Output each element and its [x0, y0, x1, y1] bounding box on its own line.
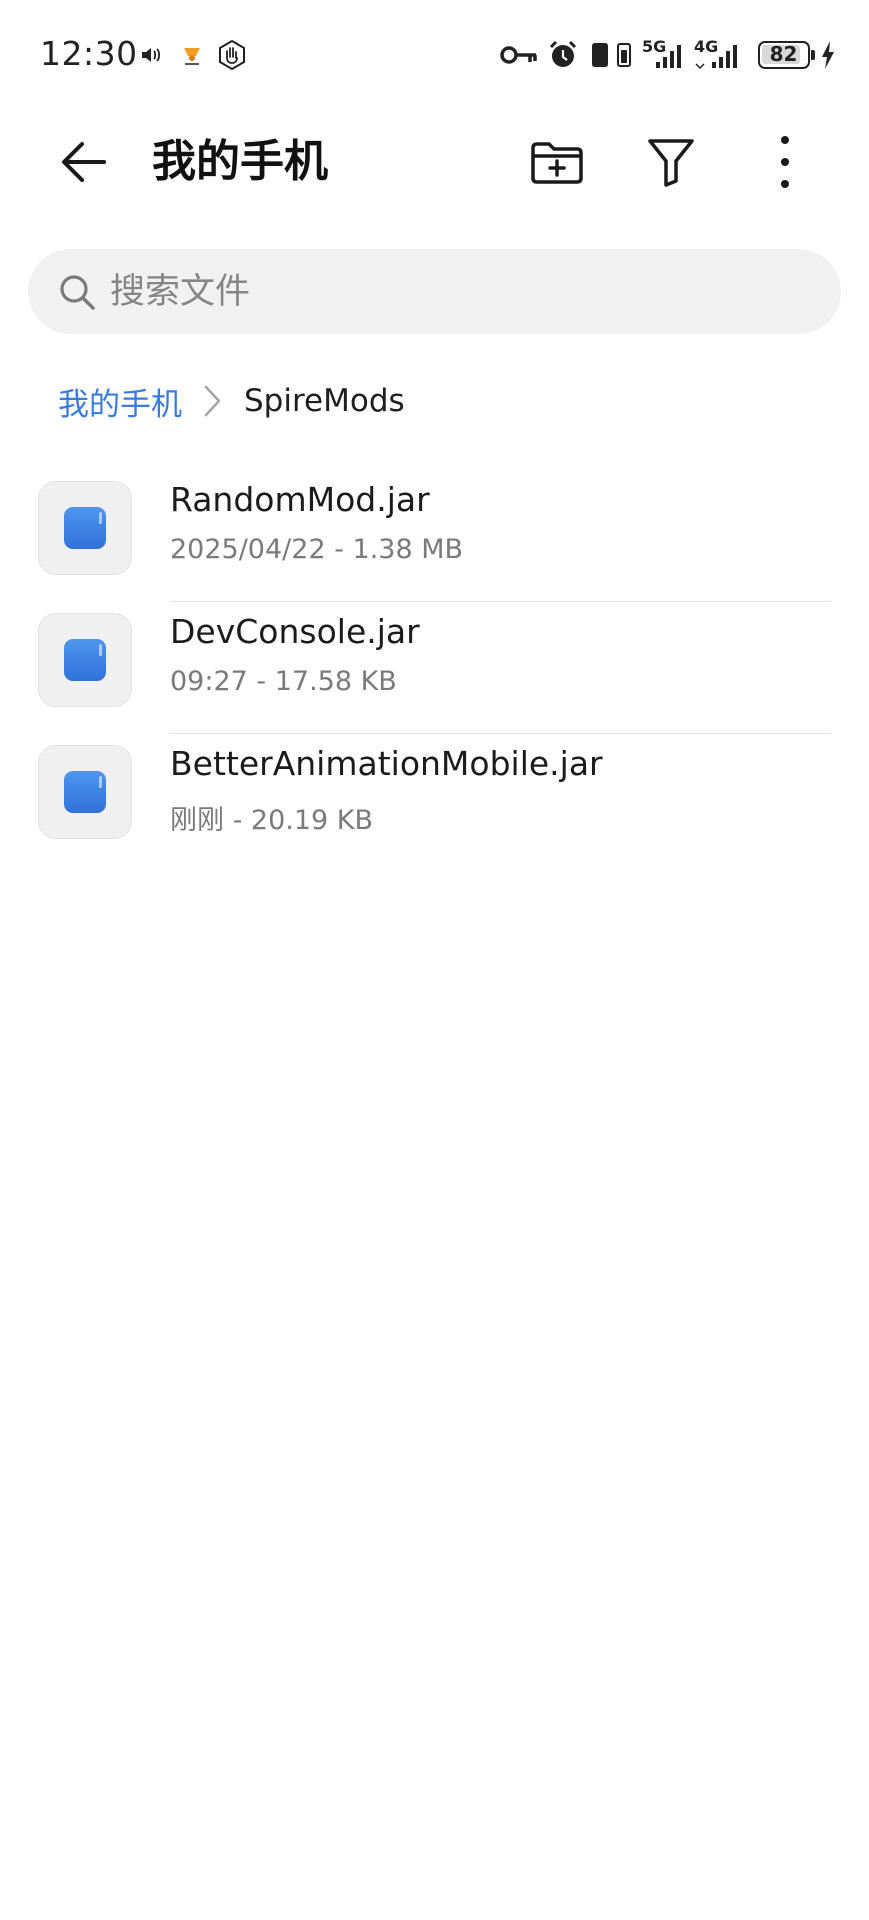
app-bar: 我的手机	[0, 118, 869, 204]
file-row[interactable]: DevConsole.jar 09:27 - 17.58 KB	[0, 602, 869, 734]
chevron-right-icon	[194, 382, 232, 420]
jar-file-icon	[64, 771, 106, 813]
file-thumbnail	[38, 613, 132, 707]
signal-4g-label: 4G	[694, 37, 719, 56]
filter-button[interactable]	[638, 132, 704, 192]
filter-icon	[648, 139, 694, 187]
file-row[interactable]: BetterAnimationMobile.jar 刚刚 - 20.19 KB	[0, 734, 869, 866]
breadcrumb-root[interactable]: 我的手机	[58, 379, 182, 424]
file-name: RandomMod.jar	[170, 480, 430, 519]
file-meta: 2025/04/22 - 1.38 MB	[170, 534, 464, 565]
vpn-key-icon	[499, 40, 539, 70]
file-meta: 09:27 - 17.58 KB	[170, 666, 397, 697]
alarm-icon	[546, 40, 580, 70]
file-thumbnail	[38, 481, 132, 575]
breadcrumb: 我的手机 SpireMods	[58, 376, 405, 426]
volume-icon	[137, 40, 165, 70]
file-name: BetterAnimationMobile.jar	[170, 744, 603, 783]
back-arrow-icon	[62, 142, 106, 182]
hand-icon	[215, 39, 249, 71]
search-bar[interactable]	[28, 249, 841, 334]
new-folder-icon	[531, 142, 583, 184]
more-icon	[781, 136, 789, 188]
back-button[interactable]	[54, 134, 114, 190]
signal-5g-icon: 5G	[642, 37, 686, 70]
vibrate-icon	[614, 40, 634, 70]
status-bar: 12:30 5G 4G 82	[0, 0, 869, 110]
file-meta: 刚刚 - 20.19 KB	[170, 805, 374, 836]
search-input[interactable]	[110, 271, 790, 312]
jar-file-icon	[64, 639, 106, 681]
page-title: 我的手机	[152, 136, 328, 187]
status-time: 12:30	[40, 34, 138, 73]
breadcrumb-current: SpireMods	[244, 383, 405, 419]
sim-icon	[588, 40, 612, 70]
file-row[interactable]: RandomMod.jar 2025/04/22 - 1.38 MB	[0, 470, 869, 602]
file-thumbnail	[38, 745, 132, 839]
new-folder-button[interactable]	[524, 132, 590, 192]
jar-file-icon	[64, 507, 106, 549]
signal-5g-label: 5G	[642, 37, 667, 56]
battery-level: 82	[769, 42, 798, 66]
file-list: RandomMod.jar 2025/04/22 - 1.38 MB DevCo…	[0, 470, 869, 866]
file-name: DevConsole.jar	[170, 612, 420, 651]
search-icon	[54, 269, 100, 315]
battery-icon: 82	[756, 40, 816, 70]
more-options-button[interactable]	[750, 132, 820, 192]
notification-icon	[178, 40, 206, 70]
signal-4g-icon: 4G	[694, 37, 742, 70]
charging-icon	[818, 40, 838, 70]
